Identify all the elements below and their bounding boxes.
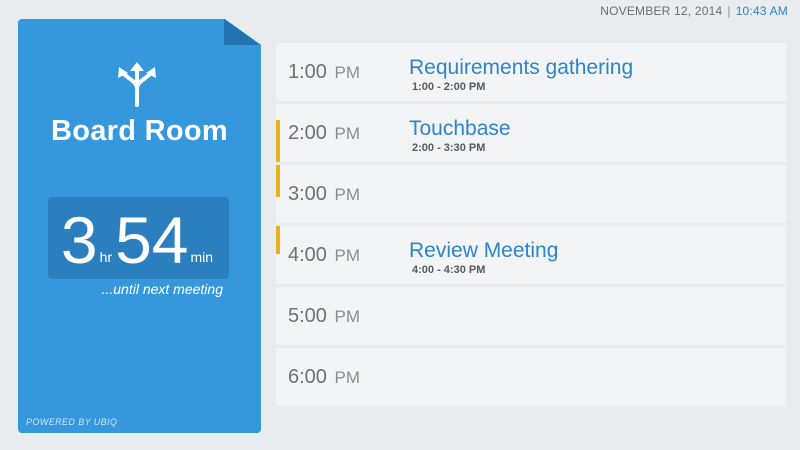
time-slot[interactable]: 1:00 PM Requirements gathering 1:00 - 2:… xyxy=(276,43,786,101)
current-time: 10:43 AM xyxy=(735,4,788,18)
event-indicator-bar xyxy=(276,120,280,162)
slot-ampm: PM xyxy=(334,124,361,143)
slot-hour: 2:00 xyxy=(288,122,327,144)
slot-ampm: PM xyxy=(334,246,361,265)
countdown-timer: 3 hr 54 min xyxy=(48,197,229,279)
slot-hour: 1:00 xyxy=(288,61,327,83)
slot-time: 3:00 PM xyxy=(288,183,360,206)
timer-hours: 3 xyxy=(60,203,98,277)
slot-time: 2:00 PM xyxy=(288,122,360,145)
event-indicator-bar xyxy=(276,165,280,197)
date-time-separator: | xyxy=(727,4,731,18)
timer-hours-unit: hr xyxy=(99,249,113,265)
event-title[interactable]: Review Meeting xyxy=(409,239,558,263)
event-indicator-bar xyxy=(276,226,280,254)
time-slot[interactable]: 6:00 PM xyxy=(276,348,786,406)
event-time-range: 1:00 - 2:00 PM xyxy=(412,81,486,93)
slot-hour: 6:00 xyxy=(288,366,327,388)
slot-ampm: PM xyxy=(334,307,361,326)
slot-hour: 3:00 xyxy=(288,183,327,205)
current-date: NOVEMBER 12, 2014 xyxy=(600,4,723,18)
directions-split-icon xyxy=(118,62,156,107)
slot-time: 6:00 PM xyxy=(288,366,360,389)
event-time-range: 2:00 - 3:30 PM xyxy=(412,142,486,154)
slot-time: 5:00 PM xyxy=(288,305,360,328)
slot-hour: 5:00 xyxy=(288,305,327,327)
time-slot[interactable]: 2:00 PM Touchbase 2:00 - 3:30 PM xyxy=(276,104,786,162)
powered-by-label: POWERED BY UBIQ xyxy=(26,417,118,427)
slot-time: 1:00 PM xyxy=(288,61,360,84)
time-slot[interactable]: 4:00 PM Review Meeting 4:00 - 4:30 PM xyxy=(276,226,786,284)
timer-minutes-unit: min xyxy=(190,249,214,265)
event-title[interactable]: Requirements gathering xyxy=(409,56,633,80)
date-time-display: NOVEMBER 12, 2014 | 10:43 AM xyxy=(600,4,788,18)
slot-hour: 4:00 xyxy=(288,244,327,266)
event-time-range: 4:00 - 4:30 PM xyxy=(412,264,486,276)
slot-ampm: PM xyxy=(334,368,361,387)
slot-time: 4:00 PM xyxy=(288,244,360,267)
slot-ampm: PM xyxy=(334,63,361,82)
timer-minutes: 54 xyxy=(115,203,189,277)
time-slot[interactable]: 5:00 PM xyxy=(276,287,786,345)
slot-ampm: PM xyxy=(334,185,361,204)
event-title[interactable]: Touchbase xyxy=(409,117,511,141)
room-status-card: Board Room 3 hr 54 min ...until next mee… xyxy=(18,19,261,433)
schedule-list: 1:00 PM Requirements gathering 1:00 - 2:… xyxy=(276,43,786,409)
time-slot[interactable]: 3:00 PM xyxy=(276,165,786,223)
until-next-meeting-label: ...until next meeting xyxy=(101,281,223,297)
room-name: Board Room xyxy=(51,115,228,147)
